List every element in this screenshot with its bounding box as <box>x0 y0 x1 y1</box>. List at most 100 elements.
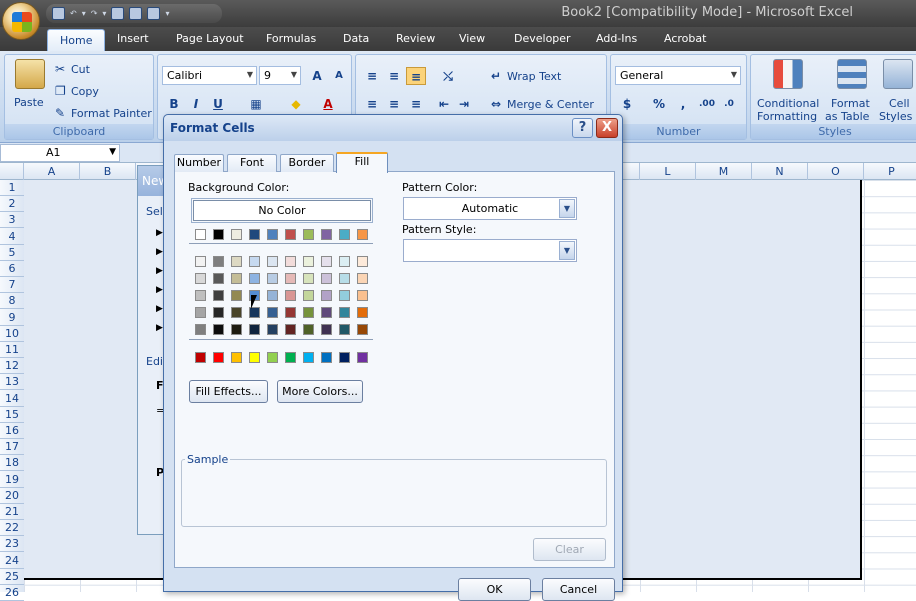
row-header-12[interactable]: 12 <box>0 358 24 375</box>
tab-page-layout[interactable]: Page Layout <box>176 32 244 45</box>
column-header-n[interactable]: N <box>752 163 808 180</box>
color-swatch[interactable] <box>303 324 314 335</box>
shrink-font-button[interactable]: A <box>329 67 349 85</box>
row-header-26[interactable]: 26 <box>0 585 24 601</box>
color-swatch[interactable] <box>231 307 242 318</box>
pattern-color-select[interactable]: Automatic ▼ <box>403 197 577 220</box>
undo-dropdown-icon[interactable]: ▾ <box>82 9 86 18</box>
row-header-4[interactable]: 4 <box>0 229 24 245</box>
chevron-down-icon[interactable]: ▼ <box>731 70 737 79</box>
tree-icon[interactable] <box>129 7 143 20</box>
row-header-15[interactable]: 15 <box>0 407 24 423</box>
color-swatch[interactable] <box>249 352 260 363</box>
rule-arrow-icon[interactable]: ▶ <box>156 323 163 333</box>
color-swatch[interactable] <box>231 352 242 363</box>
color-swatch[interactable] <box>231 256 242 267</box>
color-swatch[interactable] <box>213 307 224 318</box>
tab-add-ins[interactable]: Add-Ins <box>596 32 637 45</box>
tab-developer[interactable]: Developer <box>514 32 571 45</box>
row-header-20[interactable]: 20 <box>0 488 24 504</box>
color-swatch[interactable] <box>321 256 332 267</box>
row-header-10[interactable]: 10 <box>0 326 24 342</box>
row-header-8[interactable]: 8 <box>0 293 24 310</box>
font-size-combo[interactable]: 9 ▼ <box>259 66 301 85</box>
customize-qat-icon[interactable]: ▾ <box>165 9 169 18</box>
clear-button[interactable]: Clear <box>533 538 606 561</box>
row-header-11[interactable]: 11 <box>0 342 24 358</box>
color-swatch[interactable] <box>357 229 368 240</box>
color-swatch[interactable] <box>195 229 206 240</box>
currency-button[interactable]: $ <box>617 95 637 113</box>
chevron-down-icon[interactable]: ▼ <box>109 147 116 157</box>
select-all-corner[interactable] <box>0 163 24 180</box>
tab-insert[interactable]: Insert <box>117 32 149 45</box>
row-header-6[interactable]: 6 <box>0 261 24 277</box>
color-swatch[interactable] <box>339 273 350 284</box>
row-header-21[interactable]: 21 <box>0 504 24 520</box>
fill-effects-button[interactable]: Fill Effects... <box>189 380 268 403</box>
tab-formulas[interactable]: Formulas <box>266 32 316 45</box>
column-header-p[interactable]: P <box>864 163 916 180</box>
row-header-17[interactable]: 17 <box>0 439 24 456</box>
ok-button[interactable]: OK <box>458 578 531 601</box>
close-button[interactable]: X <box>596 118 618 138</box>
bold-button[interactable]: B <box>164 95 184 113</box>
percent-button[interactable]: % <box>649 95 669 113</box>
tab-border[interactable]: Border <box>280 154 334 172</box>
help-button[interactable]: ? <box>572 118 593 138</box>
borders-icon[interactable]: ▦ <box>246 95 266 113</box>
color-swatch[interactable] <box>195 352 206 363</box>
column-header-l[interactable]: L <box>640 163 696 180</box>
row-header-3[interactable]: 3 <box>0 212 24 229</box>
tab-view[interactable]: View <box>459 32 485 45</box>
form-icon[interactable] <box>111 7 125 20</box>
conditional-formatting-button[interactable]: Conditional <box>757 97 819 110</box>
conditional-formatting-label2[interactable]: Formatting <box>757 110 817 123</box>
column-header-a[interactable]: A <box>24 163 80 180</box>
tab-number[interactable]: Number <box>174 154 224 172</box>
color-swatch[interactable] <box>321 352 332 363</box>
color-swatch[interactable] <box>213 273 224 284</box>
column-header-m[interactable]: M <box>696 163 752 180</box>
color-swatch[interactable] <box>303 229 314 240</box>
column-header-o[interactable]: O <box>808 163 864 180</box>
color-swatch[interactable] <box>213 256 224 267</box>
color-swatch[interactable] <box>357 307 368 318</box>
rule-arrow-icon[interactable]: ▶ <box>156 247 163 257</box>
color-swatch[interactable] <box>267 324 278 335</box>
decrease-indent-icon[interactable]: ⇤ <box>434 95 454 113</box>
align-center-icon[interactable]: ≡ <box>384 95 404 113</box>
cell-styles-button[interactable]: Cell <box>889 97 910 110</box>
decrease-decimal-button[interactable]: .0 <box>719 95 739 113</box>
row-header-5[interactable]: 5 <box>0 245 24 261</box>
row-header-19[interactable]: 19 <box>0 472 24 488</box>
office-button[interactable] <box>2 2 40 40</box>
row-header-25[interactable]: 25 <box>0 569 24 585</box>
color-swatch[interactable] <box>285 324 296 335</box>
align-left-icon[interactable]: ≡ <box>362 95 382 113</box>
chevron-down-icon[interactable]: ▼ <box>559 241 575 260</box>
color-swatch[interactable] <box>303 352 314 363</box>
color-swatch[interactable] <box>339 256 350 267</box>
color-swatch[interactable] <box>195 290 206 301</box>
color-swatch[interactable] <box>231 324 242 335</box>
more-colors-button[interactable]: More Colors... <box>277 380 363 403</box>
increase-indent-icon[interactable]: ⇥ <box>454 95 474 113</box>
tab-acrobat[interactable]: Acrobat <box>664 32 706 45</box>
merge-center-button[interactable]: Merge & Center <box>507 98 594 111</box>
rule-arrow-icon[interactable]: ▶ <box>156 304 163 314</box>
format-as-table-icon[interactable] <box>837 59 867 89</box>
name-box[interactable]: A1 ▼ <box>0 144 120 162</box>
format-as-table-button[interactable]: Format <box>831 97 870 110</box>
chevron-down-icon[interactable]: ▼ <box>559 199 575 218</box>
merge-center-icon[interactable]: ⇔ <box>486 95 506 113</box>
wrap-text-button[interactable]: Wrap Text <box>507 70 561 83</box>
save-icon[interactable] <box>52 7 65 20</box>
color-swatch[interactable] <box>231 229 242 240</box>
color-swatch[interactable] <box>195 307 206 318</box>
format-as-table-label2[interactable]: as Table <box>825 110 869 123</box>
chevron-down-icon[interactable]: ▼ <box>291 70 297 79</box>
color-swatch[interactable] <box>285 273 296 284</box>
color-swatch[interactable] <box>303 273 314 284</box>
color-swatch[interactable] <box>195 256 206 267</box>
